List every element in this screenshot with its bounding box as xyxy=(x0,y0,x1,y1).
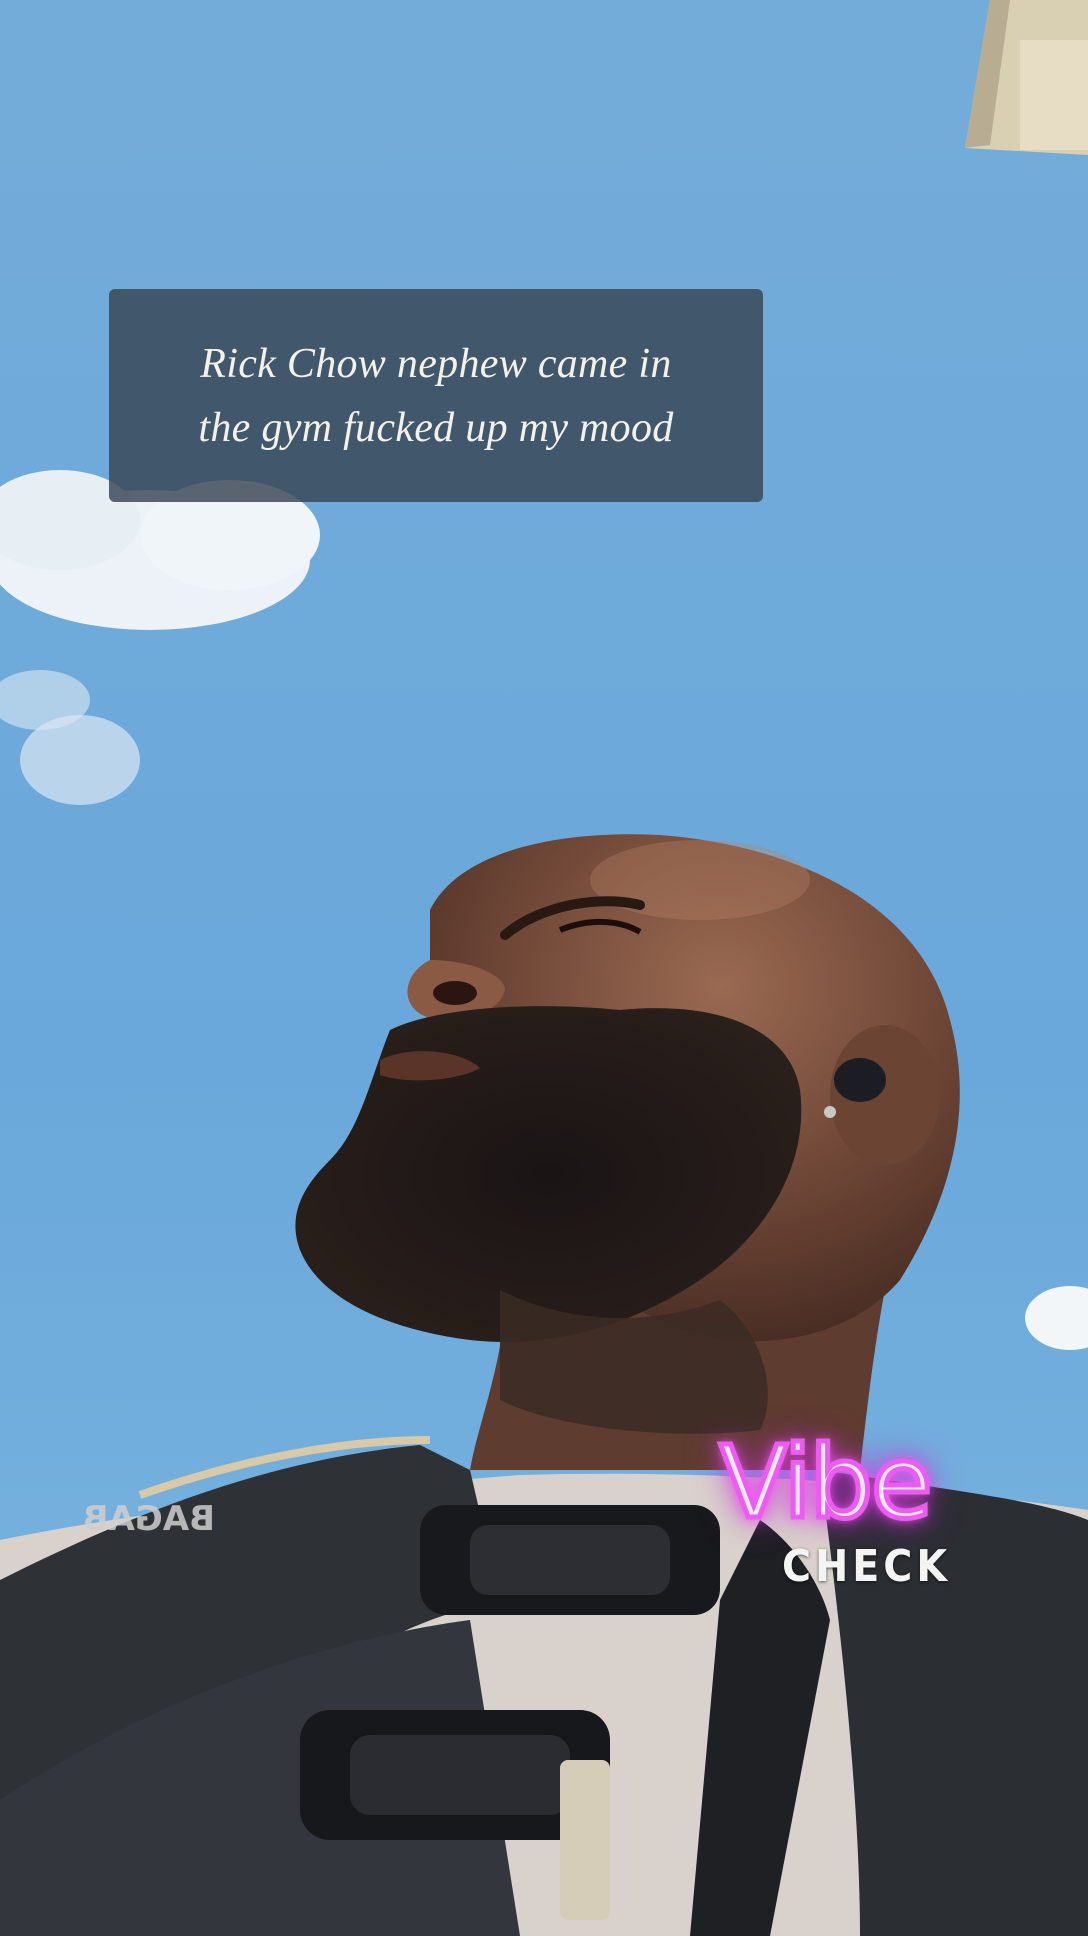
earbud xyxy=(834,1058,886,1102)
caption-line-2: the gym fucked up my mood xyxy=(198,404,674,451)
caption-box: Rick Chow nephew came in the gym fucked … xyxy=(109,289,763,502)
vibe-logo-script: Vibe xyxy=(717,1422,935,1544)
caption-line-1: Rick Chow nephew came in xyxy=(200,340,672,387)
check-logo-sub: CHECK xyxy=(782,1541,951,1592)
vibe-check-logo: Vibe CHECK xyxy=(675,1422,975,1603)
strap-brand-text: BAGAB xyxy=(83,1499,215,1539)
